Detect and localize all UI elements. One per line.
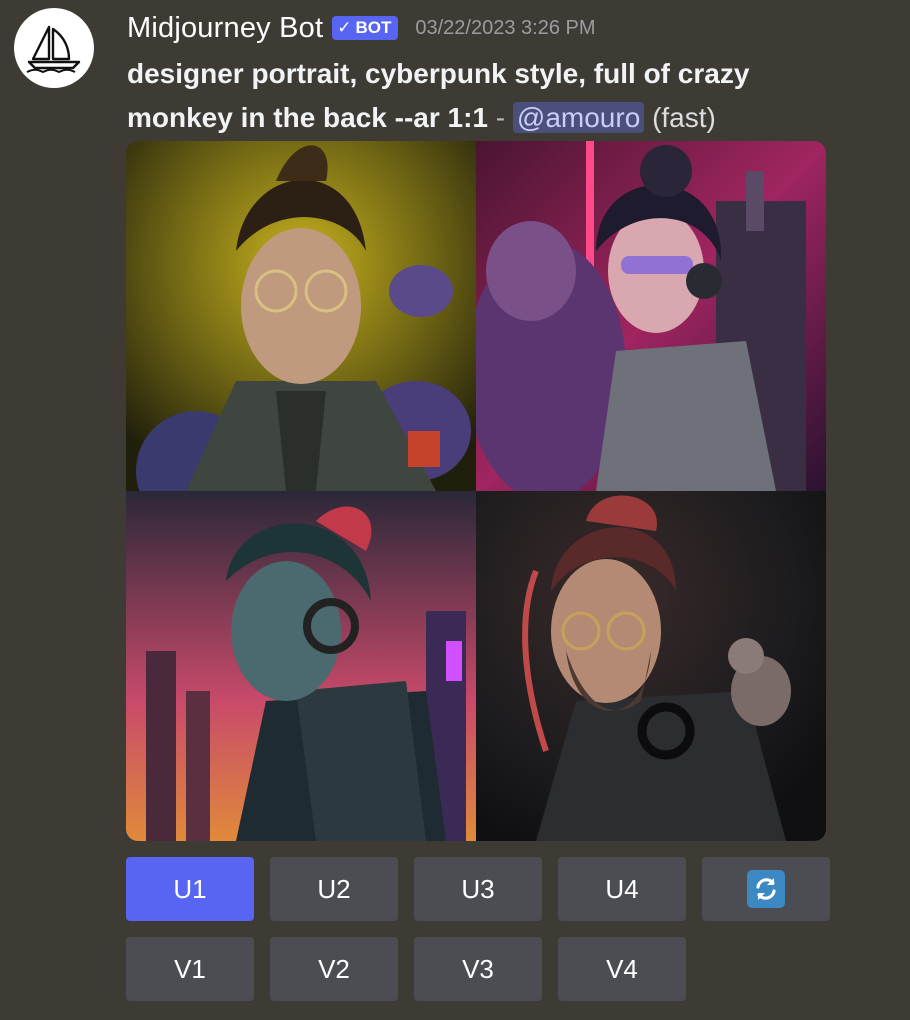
author-name[interactable]: Midjourney Bot	[127, 12, 323, 45]
upscale-2-button[interactable]: U2	[270, 857, 398, 921]
timestamp: 03/22/2023 3:26 PM	[415, 16, 596, 39]
speed-label: (fast)	[652, 102, 716, 133]
upscale-1-button[interactable]: U1	[126, 857, 254, 921]
message-header: Midjourney Bot ✓ BOT 03/22/2023 3:26 PM	[127, 8, 596, 48]
avatar[interactable]	[14, 8, 94, 88]
variation-3-button[interactable]: V3	[414, 937, 542, 1001]
image-2[interactable]	[476, 141, 826, 491]
refresh-icon	[747, 870, 785, 908]
upscale-3-button[interactable]: U3	[414, 857, 542, 921]
image-1[interactable]	[126, 141, 476, 491]
image-3[interactable]	[126, 491, 476, 841]
bot-badge-label: BOT	[355, 18, 392, 37]
message-content: designer portrait, cyberpunk style, full…	[127, 52, 827, 140]
variation-4-button[interactable]: V4	[558, 937, 686, 1001]
variation-1-button[interactable]: V1	[126, 937, 254, 1001]
upscale-4-button[interactable]: U4	[558, 857, 686, 921]
user-mention[interactable]: @amouro	[512, 102, 645, 133]
image-4[interactable]	[476, 491, 826, 841]
bot-badge: ✓ BOT	[332, 16, 399, 40]
checkmark-icon: ✓	[337, 18, 352, 37]
sailboat-logo-icon	[26, 25, 81, 73]
reroll-button[interactable]	[702, 857, 830, 921]
image-grid[interactable]	[126, 141, 826, 841]
variation-2-button[interactable]: V2	[270, 937, 398, 1001]
prompt-separator: -	[488, 102, 513, 133]
